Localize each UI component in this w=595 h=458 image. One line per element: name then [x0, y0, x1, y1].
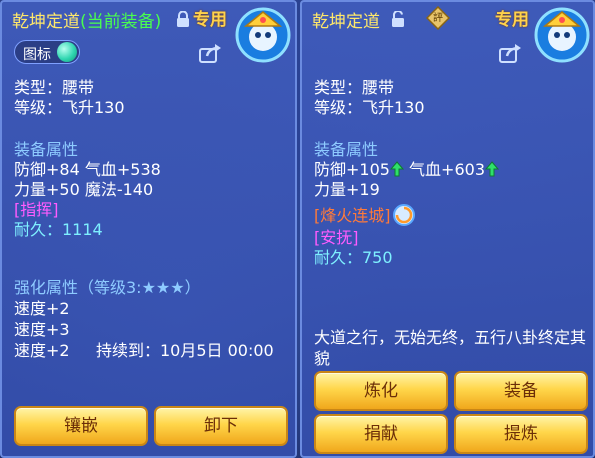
unlock-icon[interactable] [391, 11, 405, 27]
attribute-line-2: 力量+50 魔法-140 [14, 180, 154, 199]
attributes-heading: 装备属性 [14, 140, 79, 159]
purify-button[interactable]: 提炼 [454, 414, 588, 454]
unequip-button[interactable]: 卸下 [154, 406, 288, 446]
attribute-line-2: 力量+19 [314, 180, 380, 199]
compare-item-panel: 乾坤定道 評 专用 类型：腰带 等级：飞升130 装备属性 防御+105 气血+… [300, 0, 595, 458]
rating-label: 評 [433, 13, 443, 24]
enhance-heading: 强化属性（等级3:★★★） [14, 278, 201, 297]
item-title: 乾坤定道(当前装备) [12, 7, 161, 32]
durability: 耐久：1114 [14, 220, 103, 239]
lock-icon[interactable] [176, 11, 190, 27]
avatar-icon [235, 7, 291, 63]
special-skill: [指挥] [14, 200, 59, 219]
up-arrow-icon [389, 161, 404, 177]
attributes-heading: 装备属性 [314, 140, 379, 159]
enhance-duration: 持续到：10月5日 00:00 [96, 341, 274, 360]
item-level: 等级：飞升130 [314, 98, 425, 117]
icon-toggle-label: 图标 [23, 47, 51, 63]
donate-button[interactable]: 捐献 [314, 414, 448, 454]
share-icon[interactable] [499, 43, 523, 63]
exclusive-label: 专用 [495, 10, 529, 30]
item-name: 乾坤定道 [312, 12, 380, 32]
attribute-line-1: 防御+84 气血+538 [14, 160, 161, 179]
enhance-line-3: 速度+2 [14, 341, 70, 360]
rating-diamond-icon[interactable]: 評 [425, 5, 451, 31]
equipped-item-panel: 乾坤定道(当前装备) 专用 图标 类型：腰带 等级：飞升130 装备属性 防御+… [0, 0, 297, 458]
item-type: 类型：腰带 [314, 78, 395, 97]
attr-defense: 防御+105 [314, 160, 390, 179]
exclusive-label: 专用 [193, 10, 227, 30]
up-arrow-icon [485, 161, 499, 177]
inlay-button[interactable]: 镶嵌 [14, 406, 148, 446]
icon-toggle[interactable]: 图标 [14, 40, 80, 64]
attribute-line-1: 防御+105 气血+603 [314, 160, 499, 180]
item-type: 类型：腰带 [14, 78, 95, 97]
equipped-status: (当前装备) [80, 12, 162, 32]
durability: 耐久：750 [314, 248, 393, 267]
special-skill: [安抚] [314, 228, 359, 247]
enhance-line-2: 速度+3 [14, 320, 70, 339]
share-icon[interactable] [199, 43, 223, 63]
refine-button[interactable]: 炼化 [314, 371, 448, 411]
special-effect: [烽火连城] [314, 206, 391, 225]
avatar-icon [534, 7, 590, 63]
item-level: 等级：飞升130 [14, 98, 125, 117]
item-name: 乾坤定道 [12, 12, 80, 32]
enhance-line-1: 速度+2 [14, 299, 70, 318]
swirl-icon[interactable] [392, 203, 416, 227]
item-description: 大道之行，无始无终，五行八卦终定其貌 [314, 328, 587, 368]
equip-button[interactable]: 装备 [454, 371, 588, 411]
toggle-knob [57, 42, 77, 62]
item-title: 乾坤定道 [312, 7, 380, 32]
attr-hp: 气血+603 [409, 160, 485, 179]
